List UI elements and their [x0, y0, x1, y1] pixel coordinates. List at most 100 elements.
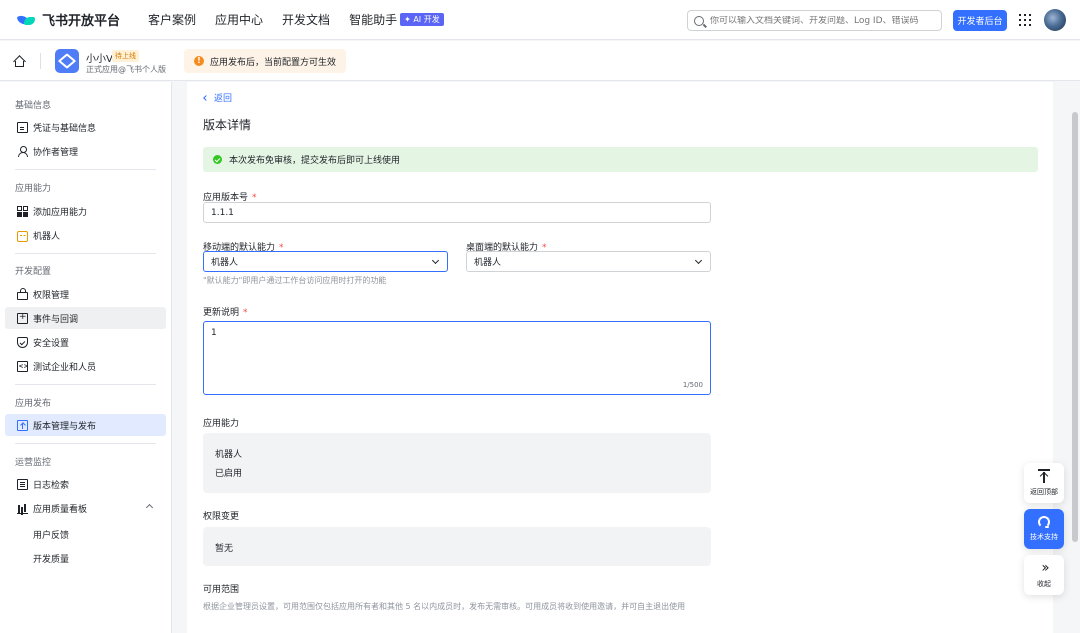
app-status-badge: 待上线	[112, 50, 139, 62]
notes-textarea[interactable]: 1 1/500	[203, 321, 711, 395]
scope-description: 根据企业管理员设置，可用范围仅包括应用所有者和其他 5 名以内成员时，发布无需审…	[203, 602, 686, 611]
sidebar-item-events[interactable]: 事件与回调	[5, 307, 166, 329]
collapse-button[interactable]: ›› 收起	[1024, 555, 1064, 595]
sidebar-subitem-feedback[interactable]: 用户反馈	[33, 528, 69, 541]
search-icon	[694, 15, 704, 26]
sidebar-item-security[interactable]: 安全设置	[5, 331, 166, 353]
upload-icon	[17, 419, 28, 431]
scope-section-label: 可用范围	[203, 585, 240, 595]
page-title: 版本详情	[203, 118, 252, 132]
apps-grid-icon[interactable]	[1019, 14, 1031, 26]
sidebar-item-label: 权限管理	[33, 290, 70, 301]
code-icon	[17, 360, 29, 372]
top-nav-bar: 飞书开放平台 客户案例 应用中心 开发文档 智能助手 ✦ AI 开发 开发者后台	[0, 0, 1080, 40]
logo[interactable]: 飞书开放平台	[16, 10, 121, 29]
sidebar-group-basic: 基础信息	[15, 101, 52, 111]
sidebar-item-label: 机器人	[33, 231, 61, 242]
back-to-top-button[interactable]: 返回顶部	[1024, 463, 1064, 503]
back-to-top-label: 返回顶部	[1030, 488, 1058, 496]
mobile-default-select[interactable]: 机器人	[203, 251, 448, 272]
success-banner: 本次发布免审核，提交发布后即可上线使用	[203, 147, 1038, 172]
ability-section-label: 应用能力	[203, 419, 240, 429]
warning-icon: !	[194, 56, 204, 66]
sidebar-divider	[15, 253, 156, 254]
sidebar-item-bot[interactable]: 机器人	[5, 224, 166, 246]
developer-console-button[interactable]: 开发者后台	[953, 10, 1007, 31]
chart-icon	[17, 503, 28, 514]
scrollbar-thumb[interactable]	[1072, 112, 1078, 542]
nav-dev-docs[interactable]: 开发文档	[282, 11, 330, 28]
desktop-default-value: 机器人	[474, 258, 502, 268]
tech-support-button[interactable]: 技术支持	[1024, 509, 1064, 549]
sidebar-item-label: 应用质量看板	[33, 504, 88, 515]
sidebar-item-label: 凭证与基础信息	[33, 123, 97, 134]
nav-app-center[interactable]: 应用中心	[215, 11, 263, 28]
headset-icon	[1038, 516, 1050, 528]
char-counter: 1/500	[682, 381, 703, 389]
perm-value: 暂无	[215, 544, 234, 554]
tech-support-label: 技术支持	[1030, 533, 1058, 541]
chevron-down-icon	[694, 256, 703, 265]
chevron-up-icon	[145, 503, 154, 512]
event-icon	[17, 311, 28, 324]
back-link[interactable]: 返回	[203, 91, 232, 104]
nav-ai-assistant[interactable]: 智能助手 ✦ AI 开发	[349, 11, 444, 28]
sidebar-item-add-ability[interactable]: 添加应用能力	[5, 200, 166, 222]
user-icon	[17, 145, 28, 157]
sidebar-item-logs[interactable]: 日志检索	[5, 473, 166, 495]
default-ability-hint: "默认能力"即用户通过工作台访问应用时打开的功能	[203, 276, 387, 285]
version-value: 1.1.1	[211, 207, 234, 218]
sidebar-item-label: 添加应用能力	[33, 207, 88, 218]
ability-name: 机器人	[215, 450, 243, 460]
card-icon	[17, 121, 28, 133]
logo-text: 飞书开放平台	[42, 14, 121, 29]
sidebar-subitem-dev-quality[interactable]: 开发质量	[33, 552, 69, 565]
app-header: 小小V 待上线 正式应用@飞书个人版 ! 应用发布后，当前配置方可生效	[0, 41, 1080, 81]
user-avatar[interactable]	[1044, 9, 1066, 31]
app-subtitle: 正式应用@飞书个人版	[86, 65, 166, 74]
perm-box: 暂无	[203, 527, 711, 566]
search-input[interactable]	[710, 15, 935, 26]
ability-status: 已启用	[215, 469, 243, 479]
notes-label-text: 更新说明	[203, 308, 240, 318]
app-name[interactable]: 小小V	[86, 50, 113, 65]
scrollbar[interactable]	[1070, 82, 1080, 633]
sidebar-divider	[15, 384, 156, 385]
notes-label: 更新说明 *	[203, 305, 248, 318]
app-icon	[55, 49, 79, 73]
sidebar: 基础信息 凭证与基础信息 协作者管理 应用能力 添加应用能力 机器人 开发配置 …	[0, 82, 172, 633]
lock-icon	[17, 287, 28, 300]
main-nav: 客户案例 应用中心 开发文档 智能助手 ✦ AI 开发	[148, 11, 463, 28]
sidebar-item-test-org[interactable]: 测试企业和人员	[5, 355, 166, 377]
bot-icon	[17, 230, 28, 242]
log-icon	[17, 478, 28, 490]
sidebar-item-label: 事件与回调	[33, 314, 79, 325]
nav-ai-assistant-label: 智能助手	[349, 13, 398, 27]
chevron-down-icon	[431, 256, 440, 265]
main-content: 返回 版本详情 本次发布免审核，提交发布后即可上线使用 应用版本号 * 1.1.1…	[187, 82, 1053, 633]
search-box[interactable]	[687, 10, 942, 31]
success-banner-text: 本次发布免审核，提交发布后即可上线使用	[229, 156, 401, 166]
feishu-logo-icon	[16, 12, 36, 28]
chevron-left-icon	[203, 94, 209, 101]
collapse-label: 收起	[1037, 580, 1051, 588]
sidebar-divider	[15, 169, 156, 170]
sidebar-item-credentials[interactable]: 凭证与基础信息	[5, 116, 166, 138]
sidebar-item-label: 日志检索	[33, 480, 70, 491]
sidebar-item-permissions[interactable]: 权限管理	[5, 283, 166, 305]
ai-badge: ✦ AI 开发	[400, 13, 444, 26]
sidebar-item-version[interactable]: 版本管理与发布	[5, 414, 166, 436]
desktop-default-select[interactable]: 机器人	[466, 251, 711, 272]
sidebar-item-label: 测试企业和人员	[33, 362, 97, 373]
required-mark: *	[243, 308, 248, 318]
grid-add-icon	[17, 205, 28, 217]
nav-customer-cases[interactable]: 客户案例	[148, 11, 196, 28]
publish-notice-text: 应用发布后，当前配置方可生效	[210, 57, 337, 68]
sidebar-item-collaborators[interactable]: 协作者管理	[5, 140, 166, 162]
double-chevron-right-icon: ››	[1041, 560, 1049, 576]
sidebar-group-ops: 运营监控	[15, 458, 52, 468]
sidebar-item-label: 安全设置	[33, 338, 70, 349]
version-input[interactable]: 1.1.1	[203, 202, 711, 223]
sidebar-item-quality[interactable]: 应用质量看板	[5, 497, 166, 519]
home-icon[interactable]	[13, 55, 26, 68]
